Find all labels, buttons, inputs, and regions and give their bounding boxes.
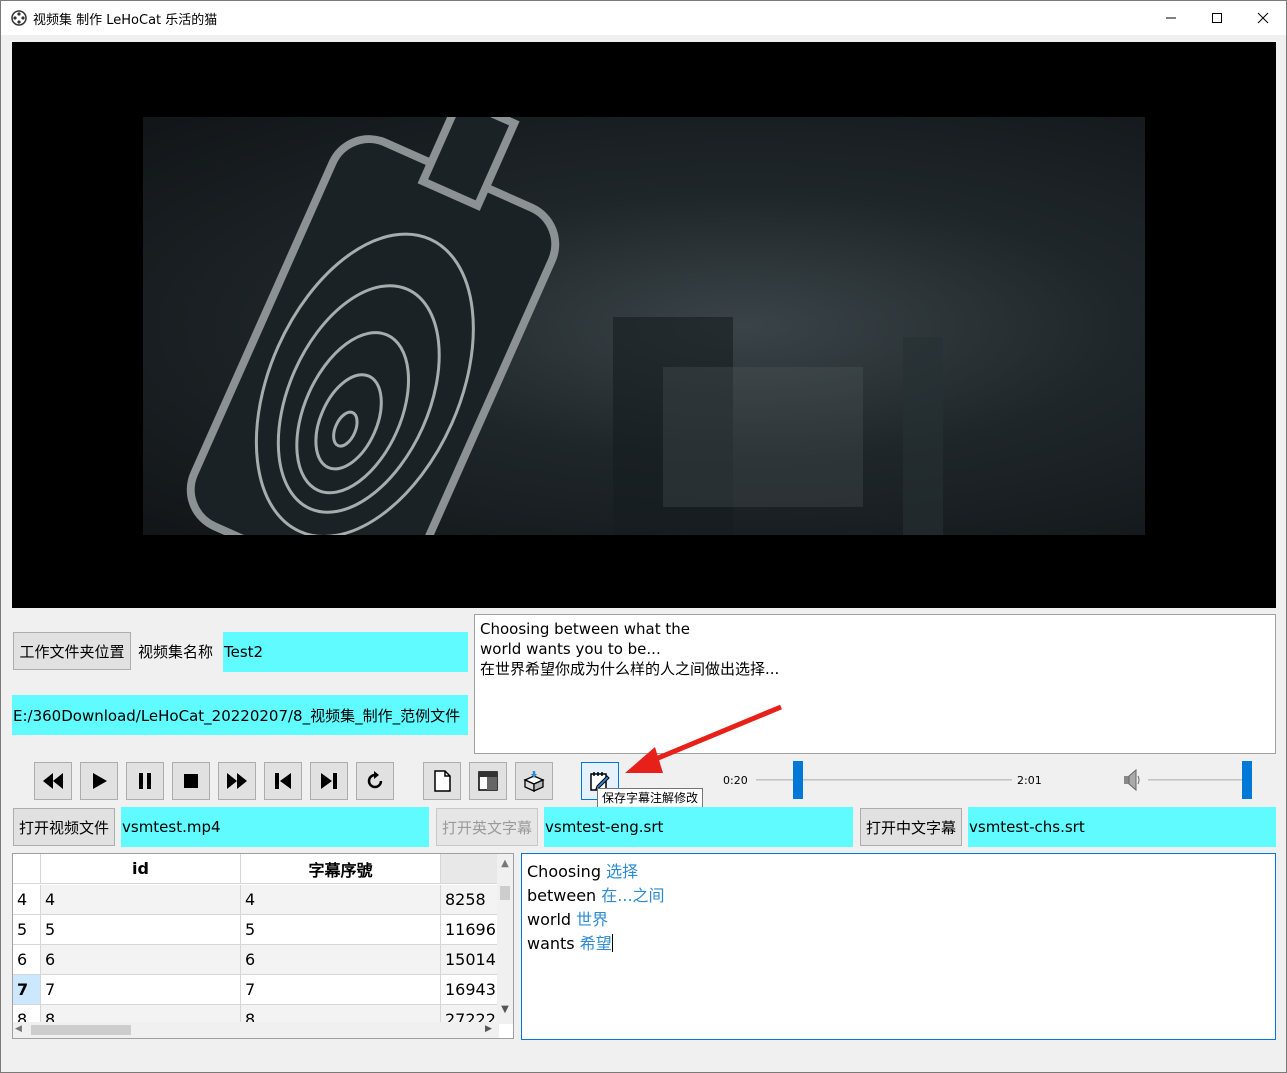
open-book-icon xyxy=(478,771,498,791)
minimize-button[interactable] xyxy=(1148,1,1194,35)
cell-time[interactable]: 11696 xyxy=(441,915,499,944)
stop-icon xyxy=(184,774,198,788)
chinese-subtitle-file-field[interactable]: vsmtest-chs.srt xyxy=(968,807,1276,847)
video-set-name-label: 视频集名称 xyxy=(138,643,214,661)
replay-button[interactable] xyxy=(356,762,394,800)
new-file-icon xyxy=(434,770,451,792)
row-header[interactable]: 4 xyxy=(13,885,41,914)
annotation-editor[interactable]: Choosing 选择 between 在...之间 world 世界 want… xyxy=(521,853,1276,1040)
cell-time[interactable]: 8258 xyxy=(441,885,499,914)
video-frame xyxy=(143,117,1145,535)
next-frame-icon xyxy=(321,773,337,789)
scroll-up-icon[interactable]: ▲ xyxy=(500,858,510,872)
fast-forward-icon xyxy=(227,773,247,789)
cell-seq[interactable]: 5 xyxy=(241,915,441,944)
annotation-line: Choosing 选择 xyxy=(527,862,639,881)
stop-button[interactable] xyxy=(172,762,210,800)
cell-time[interactable]: 16943 xyxy=(441,975,499,1004)
video-set-name-input[interactable]: Test2 xyxy=(223,632,468,672)
rewind-icon xyxy=(43,773,63,789)
table-row[interactable]: 6 6 6 15014 xyxy=(13,945,499,975)
speaker-icon[interactable] xyxy=(1123,768,1141,792)
table-row[interactable]: 4 4 4 8258 xyxy=(13,885,499,915)
window-title: 视频集 制作 LeHoCat 乐活的猫 xyxy=(33,12,218,28)
cell-id[interactable]: 5 xyxy=(41,915,241,944)
subtitle-line-3: 在世界希望你成为什么样的人之间做出选择... xyxy=(480,660,780,678)
next-frame-button[interactable] xyxy=(310,762,348,800)
new-file-button[interactable] xyxy=(423,762,461,800)
scroll-left-icon[interactable]: ◀ xyxy=(15,1024,27,1036)
package-icon xyxy=(523,771,545,792)
play-button[interactable] xyxy=(80,762,118,800)
red-arrow-annotation xyxy=(625,704,782,773)
subtitle-line-2: world wants you to be... xyxy=(480,640,661,658)
column-header-id[interactable]: id xyxy=(41,854,241,884)
video-file-field[interactable]: vsmtest.mp4 xyxy=(121,807,429,847)
maximize-button[interactable] xyxy=(1194,1,1240,35)
table-vertical-scrollbar[interactable]: ▲ ▼ xyxy=(497,854,513,1024)
work-folder-button[interactable]: 工作文件夹位置 xyxy=(13,632,131,670)
app-window: 视频集 制作 LeHoCat 乐活的猫 工作文件夹位置 视频集名称 Test2 … xyxy=(0,0,1287,1073)
cell-id[interactable]: 6 xyxy=(41,945,241,974)
cell-seq[interactable]: 7 xyxy=(241,975,441,1004)
english-subtitle-file-field[interactable]: vsmtest-eng.srt xyxy=(544,807,853,847)
current-time-label: 0:20 xyxy=(723,774,748,787)
play-icon xyxy=(93,773,107,789)
cell-id[interactable]: 4 xyxy=(41,885,241,914)
package-button[interactable] xyxy=(515,762,553,800)
close-button[interactable] xyxy=(1240,1,1286,35)
prev-frame-icon xyxy=(275,773,291,789)
row-header[interactable]: 7 xyxy=(13,975,41,1004)
scroll-right-icon[interactable]: ▶ xyxy=(485,1024,497,1036)
progress-slider-thumb[interactable] xyxy=(793,761,804,799)
vertical-scroll-thumb[interactable] xyxy=(500,886,510,900)
annotation-line: world 世界 xyxy=(527,910,609,929)
volume-slider-thumb[interactable] xyxy=(1242,761,1252,799)
cell-seq[interactable]: 6 xyxy=(241,945,441,974)
title-bar: 视频集 制作 LeHoCat 乐活的猫 xyxy=(1,1,1286,35)
horizontal-scroll-thumb[interactable] xyxy=(31,1025,131,1035)
subtitle-line-1: Choosing between what the xyxy=(480,620,690,638)
open-video-button[interactable]: 打开视频文件 xyxy=(13,808,115,846)
column-header-time[interactable] xyxy=(441,854,499,884)
pause-icon xyxy=(139,773,151,789)
maximize-icon xyxy=(1212,13,1222,23)
current-subtitle-display: Choosing between what the world wants yo… xyxy=(474,614,1276,754)
pause-button[interactable] xyxy=(126,762,164,800)
row-header[interactable]: 5 xyxy=(13,915,41,944)
annotation-line: between 在...之间 xyxy=(527,886,665,905)
total-time-label: 2:01 xyxy=(1017,774,1042,787)
close-icon xyxy=(1257,12,1269,24)
table-corner xyxy=(13,854,41,884)
folder-path-field[interactable]: E:/360Download/LeHoCat_20220207/8_视频集_制作… xyxy=(12,695,468,735)
open-english-subtitle-button[interactable]: 打开英文字幕 xyxy=(436,808,538,846)
cell-seq[interactable]: 4 xyxy=(241,885,441,914)
video-player[interactable] xyxy=(12,42,1276,608)
minimize-icon xyxy=(1166,17,1176,19)
open-chinese-subtitle-button[interactable]: 打开中文字幕 xyxy=(860,808,962,846)
tooltip: 保存字幕注解修改 xyxy=(597,788,704,808)
open-book-button[interactable] xyxy=(469,762,507,800)
scroll-down-icon[interactable]: ▼ xyxy=(500,1004,510,1018)
column-header-seq[interactable]: 字幕序號 xyxy=(241,854,441,884)
shooting-target-image xyxy=(186,117,943,535)
fast-forward-button[interactable] xyxy=(218,762,256,800)
volume-slider-track[interactable] xyxy=(1148,779,1252,781)
prev-frame-button[interactable] xyxy=(264,762,302,800)
film-reel-icon xyxy=(11,10,27,26)
row-header[interactable]: 6 xyxy=(13,945,41,974)
subtitle-table[interactable]: id 字幕序號 4 4 4 8258 5 5 5 11696 6 6 6 15014 7 7 7 16943 8… xyxy=(12,853,514,1039)
table-row[interactable]: 5 5 5 11696 xyxy=(13,915,499,945)
annotation-line: wants 希望 xyxy=(527,934,613,953)
replay-icon xyxy=(367,771,383,789)
cell-id[interactable]: 7 xyxy=(41,975,241,1004)
cell-time[interactable]: 15014 xyxy=(441,945,499,974)
table-row[interactable]: 7 7 7 16943 xyxy=(13,975,499,1005)
table-horizontal-scrollbar[interactable]: ◀ ▶ xyxy=(13,1022,499,1038)
rewind-button[interactable] xyxy=(34,762,72,800)
text-cursor xyxy=(611,934,613,952)
